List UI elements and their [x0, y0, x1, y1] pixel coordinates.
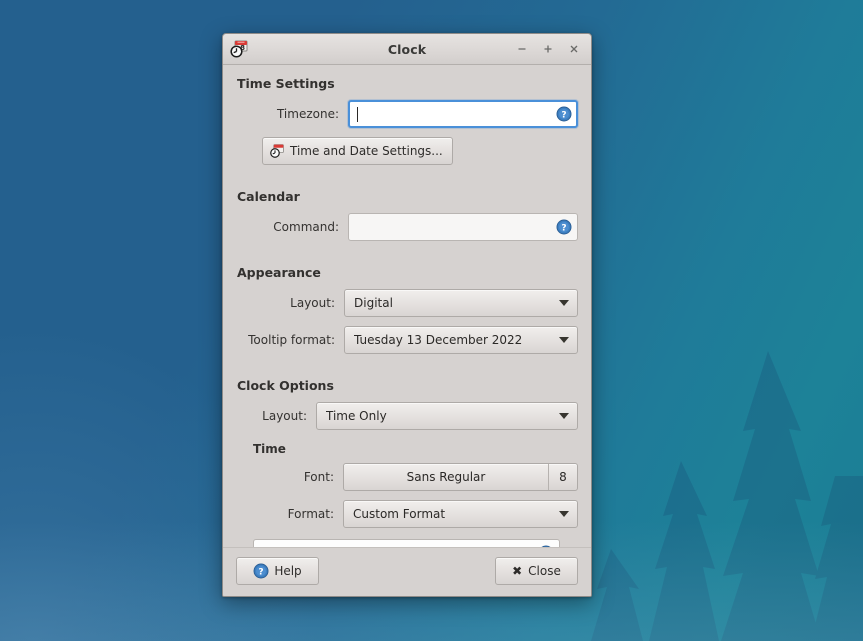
tooltip-format-value: Tuesday 13 December 2022 [354, 333, 551, 347]
timezone-input[interactable]: ? [348, 100, 578, 128]
format-value: Custom Format [353, 507, 551, 521]
svg-text:?: ? [561, 111, 566, 121]
clock-options-layout-label: Layout: [236, 409, 316, 423]
tooltip-format-combo[interactable]: Tuesday 13 December 2022 [344, 326, 578, 354]
help-button[interactable]: ? Help [236, 557, 319, 585]
minimize-button[interactable] [509, 38, 535, 60]
close-dialog-button[interactable]: ✖ Close [495, 557, 578, 585]
clock-options-layout-row: Layout: Time Only [236, 402, 578, 430]
help-icon[interactable]: ? [556, 106, 572, 122]
clock-options-layout-combo[interactable]: Time Only [316, 402, 578, 430]
window-controls [509, 38, 587, 60]
font-chooser-button[interactable]: Sans Regular 8 [343, 463, 578, 491]
clock-options-layout-value: Time Only [326, 409, 551, 423]
window-titlebar[interactable]: 8 Clock [223, 34, 591, 65]
font-label: Font: [253, 470, 343, 484]
timezone-label: Timezone: [236, 107, 348, 121]
close-button-label: Close [528, 564, 561, 578]
dialog-action-bar: ? Help ✖ Close [223, 547, 591, 596]
format-label: Format: [253, 507, 343, 521]
timezone-row: Timezone: ? [236, 100, 578, 128]
svg-text:?: ? [259, 568, 264, 578]
time-settings-heading: Time Settings [237, 76, 578, 91]
help-icon[interactable]: ? [556, 219, 572, 235]
tooltip-format-row: Tooltip format: Tuesday 13 December 2022 [236, 326, 578, 354]
chevron-down-icon [559, 337, 569, 343]
pine-trees-decoration [563, 311, 863, 641]
tooltip-format-label: Tooltip format: [236, 333, 344, 347]
command-input[interactable]: ? [348, 213, 578, 241]
help-icon: ? [253, 563, 269, 579]
font-name: Sans Regular [344, 464, 549, 490]
format-combo[interactable]: Custom Format [343, 500, 578, 528]
help-icon[interactable]: ? [538, 545, 554, 547]
appearance-layout-combo[interactable]: Digital [344, 289, 578, 317]
chevron-down-icon [559, 413, 569, 419]
appearance-heading: Appearance [237, 265, 578, 280]
custom-format-input[interactable]: %d %b, %H:%M ? [253, 539, 560, 547]
x-icon: ✖ [512, 564, 522, 578]
calendar-clock-icon: 8 [229, 39, 249, 59]
time-date-settings-row: Time and Date Settings... [236, 137, 578, 165]
time-and-date-settings-button[interactable]: Time and Date Settings... [262, 137, 453, 165]
desktop-background: 8 Clock Time Settings [0, 0, 863, 641]
clock-options-heading: Clock Options [237, 378, 578, 393]
svg-text:?: ? [561, 224, 566, 234]
font-size: 8 [549, 464, 577, 490]
chevron-down-icon [559, 511, 569, 517]
text-caret [357, 107, 358, 122]
close-button[interactable] [561, 38, 587, 60]
custom-format-value: %d %b, %H:%M [261, 546, 538, 547]
time-and-date-settings-label: Time and Date Settings... [290, 144, 443, 158]
chevron-down-icon [559, 300, 569, 306]
command-label: Command: [236, 220, 348, 234]
format-row: Format: Custom Format [253, 500, 578, 528]
appearance-layout-row: Layout: Digital [236, 289, 578, 317]
maximize-button[interactable] [535, 38, 561, 60]
command-row: Command: ? [236, 213, 578, 241]
time-subsection-heading: Time [253, 442, 578, 456]
font-row: Font: Sans Regular 8 [253, 463, 578, 491]
calendar-heading: Calendar [237, 189, 578, 204]
calendar-clock-icon [269, 143, 285, 159]
appearance-layout-label: Layout: [236, 296, 344, 310]
custom-format-row: %d %b, %H:%M ? [253, 539, 560, 547]
clock-settings-window: 8 Clock Time Settings [222, 33, 592, 597]
settings-content: Time Settings Timezone: ? [223, 65, 591, 547]
appearance-layout-value: Digital [354, 296, 551, 310]
help-button-label: Help [274, 564, 301, 578]
